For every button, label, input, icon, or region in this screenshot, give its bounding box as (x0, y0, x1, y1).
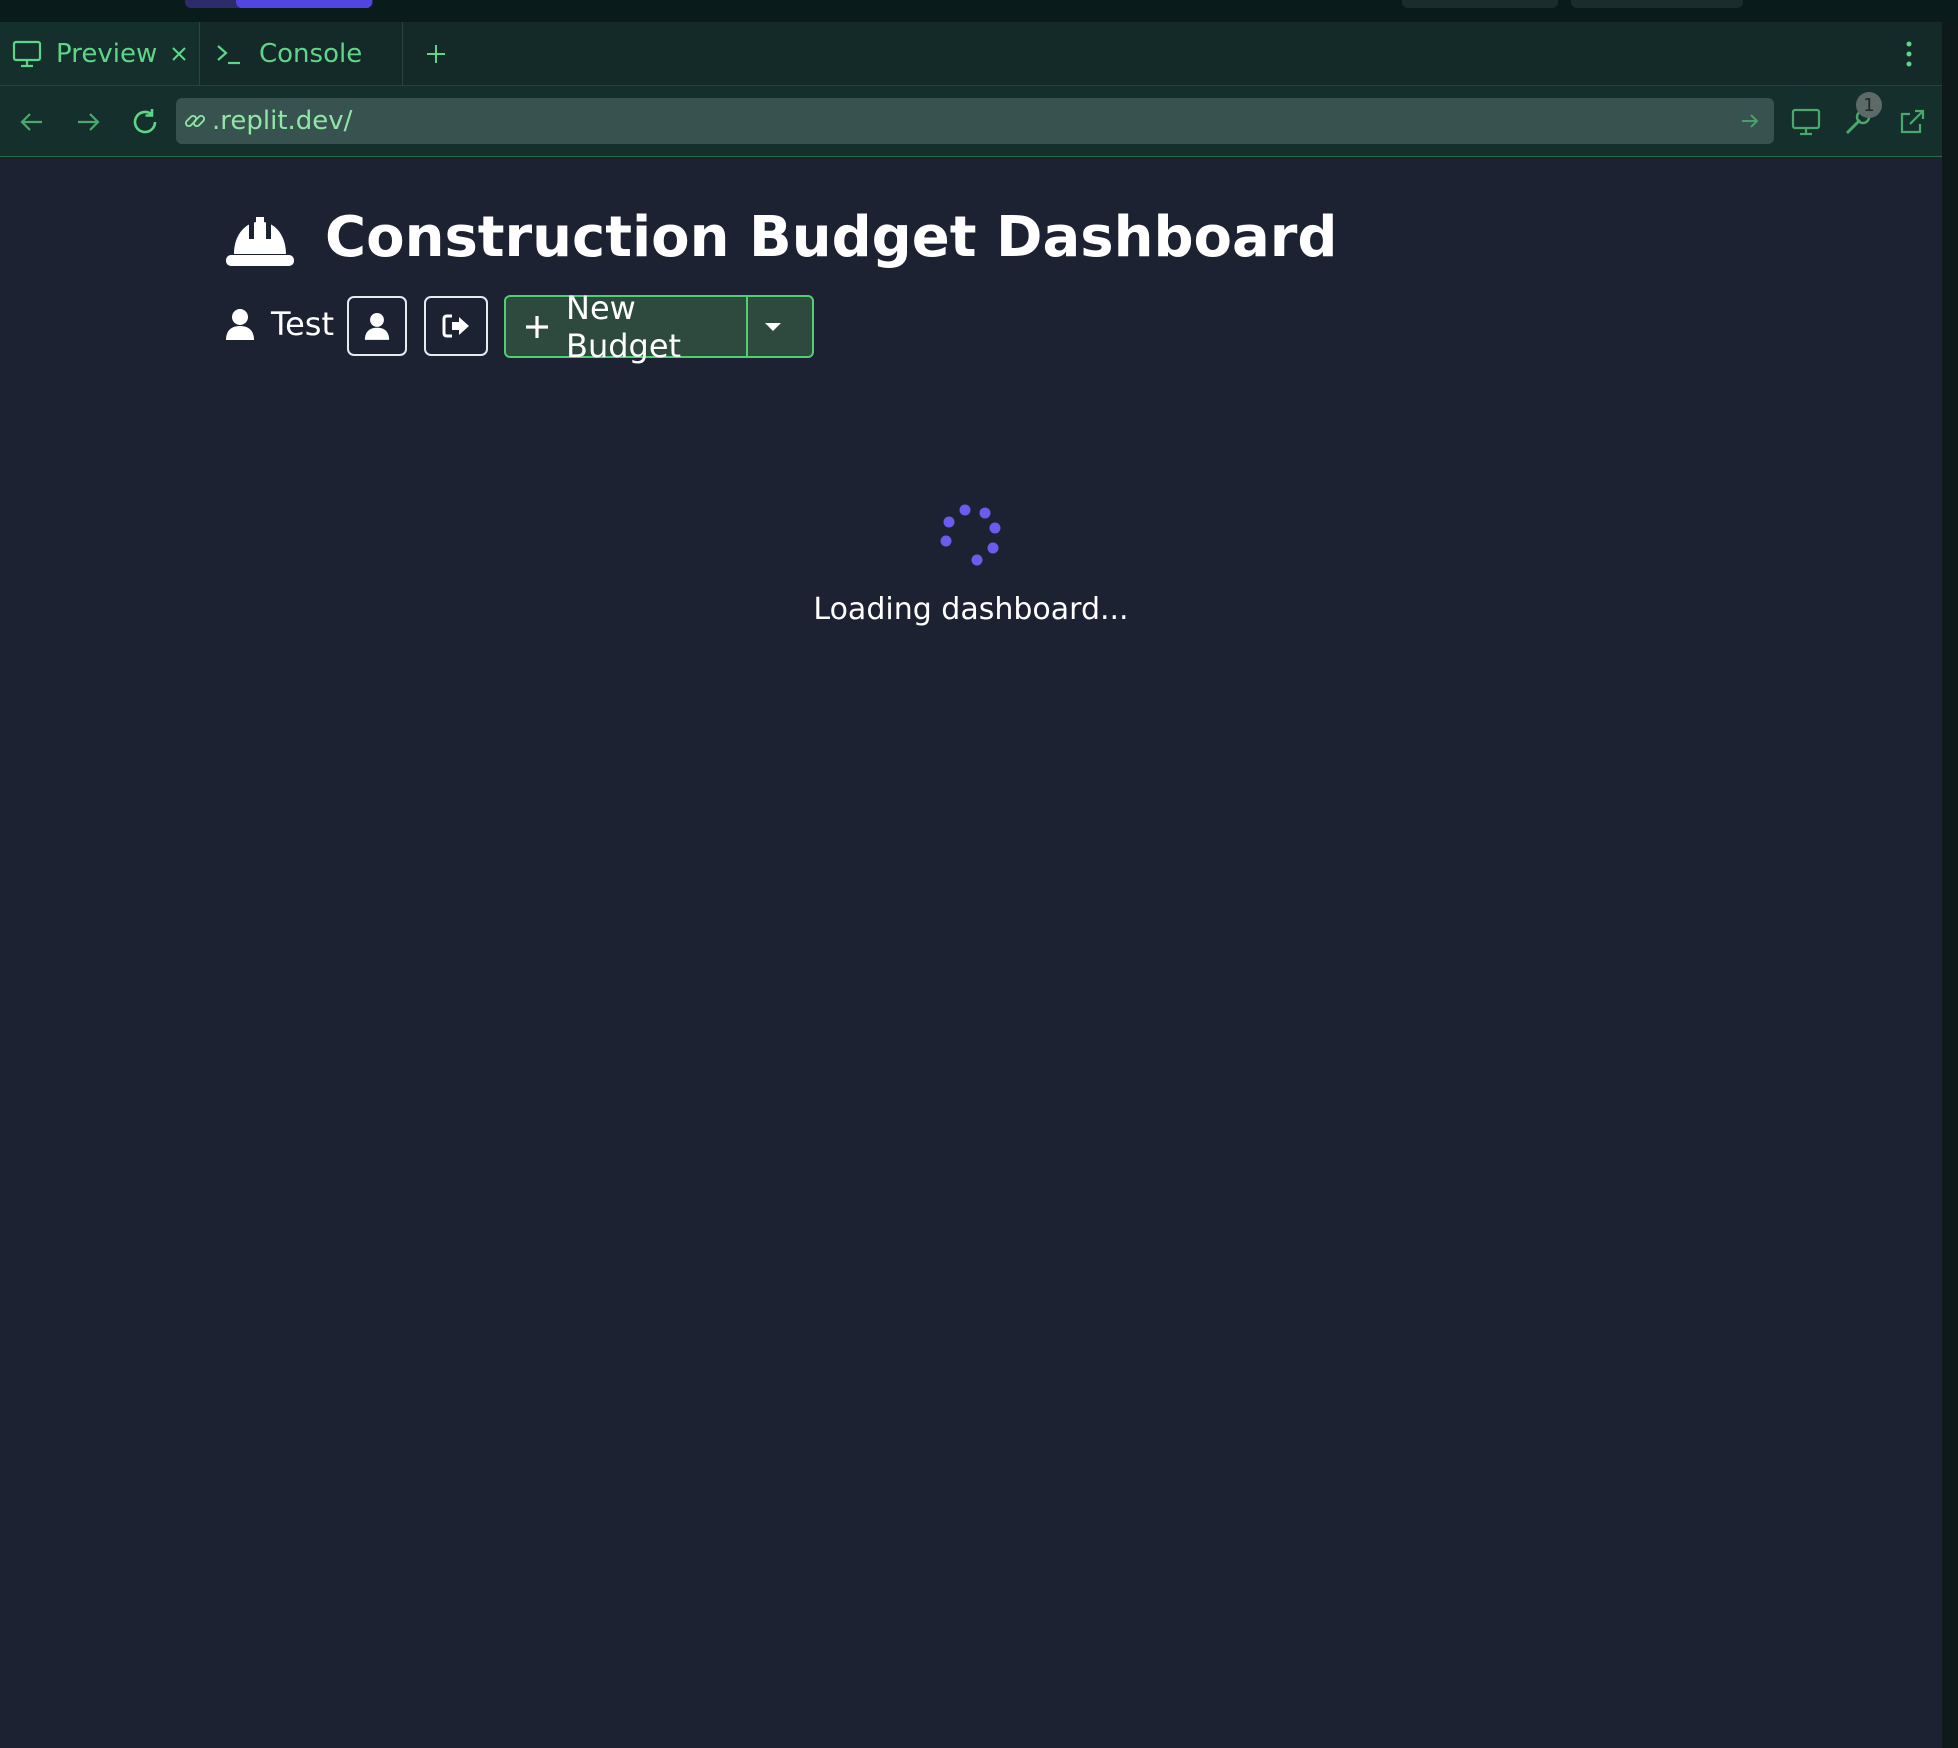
logout-button[interactable] (424, 296, 488, 356)
window-top-strip (0, 0, 1958, 22)
back-button[interactable] (12, 100, 52, 144)
new-budget-dropdown-toggle[interactable] (746, 297, 798, 356)
url-bar[interactable]: .replit.dev/ (176, 98, 1774, 144)
devtools-button[interactable]: 1 (1838, 92, 1882, 144)
preview-page (0, 157, 1942, 1748)
plus-icon (425, 43, 447, 65)
tab-bar: Preview Console (0, 22, 1942, 86)
link-icon (184, 110, 206, 132)
hard-hat-icon (226, 214, 294, 268)
user-icon (225, 308, 255, 340)
add-tab-button[interactable] (418, 22, 454, 85)
arrow-right-icon (75, 111, 101, 133)
top-control[interactable] (1402, 0, 1558, 8)
new-budget-button[interactable]: New Budget (506, 289, 746, 365)
forward-button[interactable] (68, 100, 108, 144)
kebab-menu-icon (1905, 41, 1913, 67)
tab-preview-label: Preview (56, 38, 158, 69)
top-tab-indicator-active (236, 0, 372, 8)
terminal-icon (215, 41, 243, 67)
user-name: Test (271, 305, 335, 343)
url-text: .replit.dev/ (212, 106, 353, 136)
arrow-left-icon (19, 111, 45, 133)
spinner-icon (935, 500, 1007, 572)
tab-console-label: Console (259, 38, 363, 69)
tab-console[interactable]: Console (201, 22, 403, 85)
plus-icon (524, 314, 550, 340)
close-icon[interactable] (170, 45, 188, 63)
devices-icon (1791, 108, 1821, 136)
user-info: Test (225, 305, 334, 343)
scrollbar[interactable] (1942, 22, 1958, 1748)
reload-icon (130, 107, 160, 137)
new-budget-split-button: New Budget (504, 289, 814, 365)
new-budget-label: New Budget (566, 288, 682, 365)
user-icon (364, 312, 390, 340)
monitor-icon (12, 40, 42, 68)
device-preview-button[interactable] (1786, 100, 1826, 144)
go-arrow-icon[interactable] (1740, 111, 1760, 131)
tab-preview[interactable]: Preview (0, 22, 200, 85)
top-control[interactable] (1571, 0, 1743, 8)
loading-text: Loading dashboard... (813, 592, 1129, 627)
page-title: Construction Budget Dashboard (325, 205, 1338, 270)
tab-bar-menu-button[interactable] (1894, 22, 1924, 85)
notification-badge: 1 (1856, 92, 1882, 118)
external-link-icon (1898, 108, 1926, 136)
open-new-window-button[interactable] (1892, 100, 1932, 144)
sign-out-icon (441, 312, 471, 340)
profile-button[interactable] (347, 296, 407, 356)
reload-button[interactable] (125, 100, 165, 144)
caret-down-icon (764, 321, 782, 333)
